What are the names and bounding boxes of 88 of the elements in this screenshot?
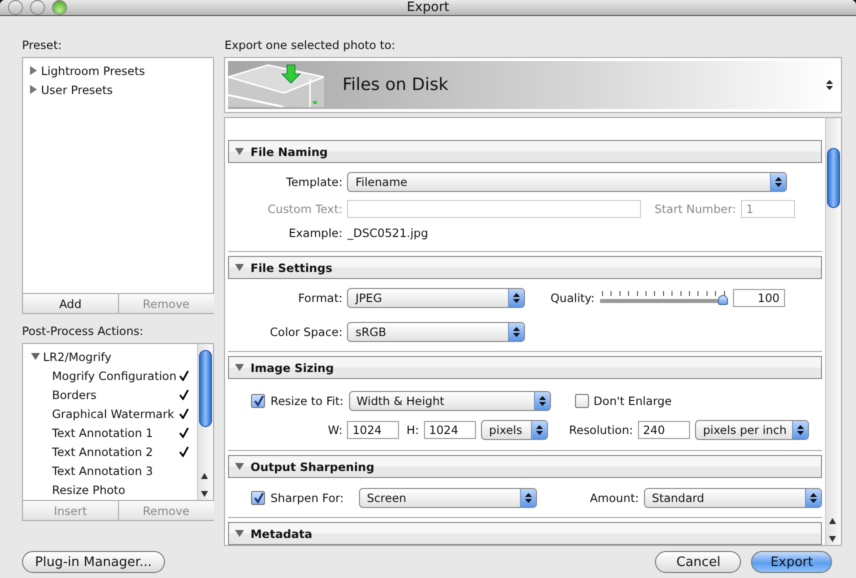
stepper-arrows-icon bbox=[524, 493, 532, 503]
checkbox[interactable] bbox=[574, 394, 589, 408]
cancel-button[interactable]: Cancel bbox=[655, 551, 742, 573]
window-title: Export bbox=[406, 0, 450, 15]
field-label: Resolution: bbox=[569, 423, 633, 437]
section-header[interactable]: Metadata bbox=[228, 522, 822, 545]
tree-item[interactable]: LR2/Mogrify bbox=[43, 350, 198, 364]
field-label: Color Space: bbox=[268, 325, 342, 339]
destination-selector[interactable]: Files on Disk bbox=[224, 57, 842, 113]
stepper-arrows-icon bbox=[538, 396, 546, 406]
field-label: W: bbox=[326, 423, 342, 437]
field-label: Amount: bbox=[590, 491, 639, 505]
dropdown[interactable]: sRGB bbox=[347, 322, 526, 342]
hard-drive-icon bbox=[228, 63, 324, 107]
dropdown[interactable]: Screen bbox=[358, 488, 537, 508]
disclosure-triangle-icon[interactable] bbox=[235, 529, 244, 538]
dropdown[interactable]: Width & Height bbox=[348, 391, 551, 411]
section-header[interactable]: File Settings bbox=[228, 256, 822, 279]
stepper-arrows-icon bbox=[796, 425, 804, 435]
quality-slider[interactable] bbox=[600, 291, 728, 305]
tree-item[interactable]: Text Annotation 3 bbox=[52, 464, 190, 478]
disclosure-triangle-icon[interactable] bbox=[29, 85, 38, 94]
field-label: Format: bbox=[297, 291, 342, 305]
dropdown[interactable]: JPEG bbox=[347, 288, 526, 308]
section-title: File Settings bbox=[250, 260, 332, 274]
scrollbar[interactable] bbox=[197, 344, 214, 500]
section-label: Post-Process Actions: bbox=[22, 324, 144, 338]
section-title: Output Sharpening bbox=[250, 460, 374, 474]
width-field[interactable]: 1024 bbox=[347, 421, 400, 439]
field-label: Custom Text: bbox=[266, 202, 342, 216]
minimize-button[interactable] bbox=[30, 0, 45, 15]
stepper-arrows-icon bbox=[513, 327, 520, 337]
tree-item[interactable]: Text Annotation 1 bbox=[52, 426, 176, 440]
plugin-manager-button[interactable]: Plug-in Manager... bbox=[22, 551, 165, 573]
section-header[interactable]: Output Sharpening bbox=[228, 455, 822, 478]
field-label: Quality: bbox=[550, 291, 595, 305]
close-button[interactable] bbox=[8, 0, 23, 15]
disclosure-triangle-icon[interactable] bbox=[29, 66, 38, 75]
section-title: File Naming bbox=[250, 144, 328, 158]
disclosure-triangle-icon[interactable] bbox=[235, 263, 244, 272]
scrollbar[interactable] bbox=[824, 118, 841, 545]
disclosure-triangle-icon[interactable] bbox=[235, 363, 244, 372]
height-field[interactable]: 1024 bbox=[424, 421, 476, 439]
disclosure-triangle-icon[interactable] bbox=[235, 462, 244, 471]
field-label: Sharpen For: bbox=[270, 491, 344, 505]
tree-item[interactable]: User Presets bbox=[41, 82, 214, 96]
destination-name: Files on Disk bbox=[342, 75, 450, 95]
dropdown[interactable]: pixels bbox=[481, 420, 548, 440]
scrollbar-thumb[interactable] bbox=[826, 148, 840, 208]
field-label: Start Number: bbox=[654, 202, 736, 216]
section-label: Preset: bbox=[22, 38, 63, 52]
custom-text-field[interactable] bbox=[347, 200, 642, 218]
quality-field[interactable]: 100 bbox=[732, 289, 785, 307]
section-header[interactable]: File Naming bbox=[228, 140, 822, 163]
tree-item[interactable]: Borders bbox=[52, 388, 176, 402]
field-label: Resize to Fit: bbox=[270, 394, 344, 408]
field-label: Template: bbox=[285, 175, 342, 189]
field-label: Example: bbox=[288, 226, 342, 240]
checkbox-label: Don't Enlarge bbox=[594, 394, 672, 408]
slider-thumb[interactable] bbox=[718, 295, 728, 305]
stepper-arrows-icon bbox=[536, 425, 544, 435]
stepper-arrows-icon bbox=[810, 493, 817, 503]
checkbox[interactable] bbox=[251, 491, 266, 505]
section-title: Metadata bbox=[250, 526, 312, 540]
zoom-button[interactable] bbox=[52, 0, 67, 15]
stepper-arrows-icon bbox=[775, 177, 782, 187]
checkbox[interactable] bbox=[251, 394, 266, 408]
stepper-arrows-icon bbox=[513, 293, 520, 303]
disclosure-triangle-icon[interactable] bbox=[235, 147, 244, 156]
tree-item[interactable]: Text Annotation 2 bbox=[52, 444, 176, 458]
resolution-field[interactable]: 240 bbox=[638, 421, 690, 439]
dropdown[interactable]: Filename bbox=[347, 172, 788, 192]
example-filename: _DSC0521.jpg bbox=[347, 226, 428, 240]
tree-item[interactable]: Lightroom Presets bbox=[41, 64, 214, 78]
tree-item[interactable]: Mogrify Configuration bbox=[52, 368, 176, 382]
disclosure-triangle-icon[interactable] bbox=[31, 352, 40, 361]
tree-item[interactable]: Graphical Watermark bbox=[52, 406, 176, 420]
scrollbar-thumb[interactable] bbox=[199, 350, 212, 427]
dropdown[interactable]: pixels per inch bbox=[694, 420, 809, 440]
tree-item[interactable]: Resize Photo bbox=[52, 482, 190, 496]
up-down-arrows-icon bbox=[826, 80, 833, 90]
export-button[interactable]: Export bbox=[751, 551, 832, 573]
section-header[interactable]: Image Sizing bbox=[228, 356, 822, 379]
section-label: Export one selected photo to: bbox=[224, 38, 396, 52]
dropdown[interactable]: Standard bbox=[644, 488, 822, 508]
section-title: Image Sizing bbox=[250, 360, 334, 374]
list-button[interactable]: Add bbox=[23, 294, 118, 313]
field-label: H: bbox=[406, 423, 420, 437]
